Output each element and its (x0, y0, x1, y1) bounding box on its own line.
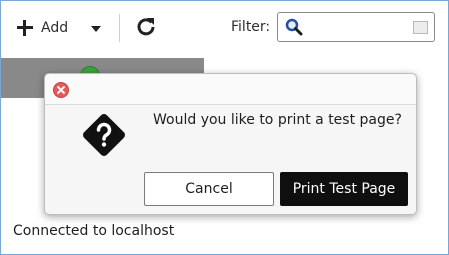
filter-label: Filter: (231, 19, 271, 35)
toolbar-separator (119, 14, 120, 42)
question-icon (83, 114, 125, 156)
add-dropdown-button[interactable] (89, 20, 103, 34)
cancel-button[interactable]: Cancel (144, 172, 274, 206)
dialog-message: Would you like to print a test page? (153, 112, 402, 128)
close-icon[interactable] (53, 82, 69, 98)
search-icon (285, 18, 303, 36)
add-button[interactable]: Add (16, 16, 68, 40)
plus-icon (16, 19, 34, 37)
add-button-label: Add (41, 20, 69, 36)
chevron-down-icon (91, 25, 101, 32)
filter-field[interactable] (277, 12, 435, 42)
refresh-icon (137, 18, 155, 36)
refresh-button[interactable] (135, 16, 157, 38)
status-text: Connected to localhost (13, 223, 175, 239)
print-test-page-button[interactable]: Print Test Page (280, 172, 408, 206)
dialog-titlebar (45, 74, 416, 105)
filter-input[interactable] (306, 15, 410, 39)
clear-icon[interactable] (413, 21, 428, 34)
test-page-dialog: Would you like to print a test page? Can… (44, 73, 417, 215)
